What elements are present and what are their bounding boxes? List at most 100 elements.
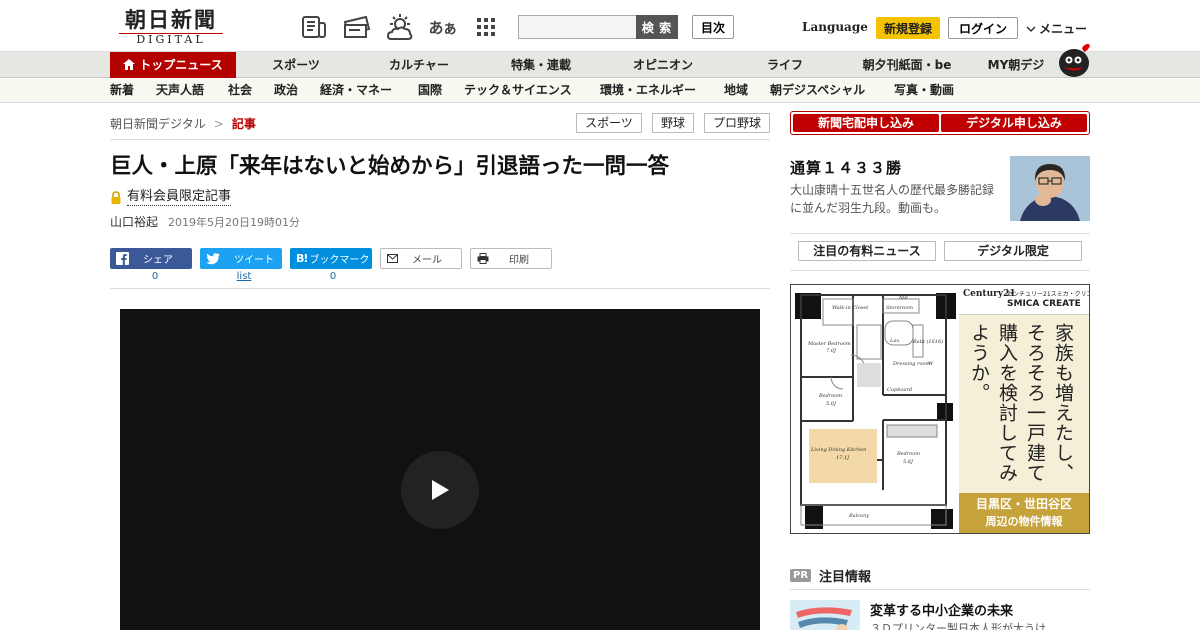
- tab-digital-exclusive[interactable]: デジタル限定: [944, 241, 1082, 261]
- feature-description[interactable]: 大山康晴十五世名人の歴代最多勝記録に並んだ羽生九段。動画も。: [790, 181, 1004, 217]
- subnav-item-region[interactable]: 地域: [724, 79, 748, 102]
- site-header: 朝日新聞 DIGITAL あぁ 検 索 目次 Language 新規登録 ログイ…: [0, 0, 1200, 52]
- font-size-icon[interactable]: あぁ: [427, 13, 458, 41]
- facebook-share-button[interactable]: シェア: [110, 248, 192, 269]
- newspaper-icon[interactable]: [298, 13, 329, 41]
- pr-section-header: PR 注目情報: [790, 566, 871, 585]
- author-name: 山口裕起: [110, 215, 159, 229]
- subnav-item-special[interactable]: 朝デジスペシャル: [770, 79, 865, 102]
- twitter-icon: [206, 252, 220, 264]
- nav-item-culture[interactable]: カルチャー: [374, 52, 464, 78]
- register-button[interactable]: 新規登録: [876, 17, 940, 39]
- nav-label-top-news: トップニュース: [139, 58, 223, 72]
- feature-photo[interactable]: [1010, 156, 1090, 221]
- hatena-bookmark-label: ブックマーク: [309, 255, 370, 266]
- subnav-item-new[interactable]: 新着: [110, 79, 134, 102]
- site-logo[interactable]: 朝日新聞 DIGITAL: [112, 8, 230, 46]
- tab-featured-paid-news[interactable]: 注目の有料ニュース: [798, 241, 936, 261]
- member-only-notice[interactable]: 有料会員限定記事: [110, 189, 232, 206]
- divider: [790, 270, 1090, 271]
- pr-thumbnail[interactable]: [790, 600, 860, 630]
- plan-label-storeroom: Storeroom: [886, 305, 913, 311]
- publish-date: 2019年5月20日19時01分: [168, 216, 300, 229]
- plan-label-bedroom-1: Bedroom: [818, 393, 842, 399]
- tag-sports[interactable]: スポーツ: [576, 113, 642, 133]
- nav-item-top-news[interactable]: トップニュース: [110, 52, 236, 78]
- print-button[interactable]: 印刷: [470, 248, 552, 269]
- pr-description[interactable]: ３Ｄプリンター製日本人形が大うけ: [870, 620, 1046, 630]
- tag-pro-baseball[interactable]: プロ野球: [704, 113, 770, 133]
- subnav-item-economy[interactable]: 経済・マネー: [320, 79, 392, 102]
- subnav-item-society[interactable]: 社会: [228, 79, 252, 102]
- main-nav: トップニュース スポーツ カルチャー 特集・連載 オピニオン ライフ 朝夕刊紙面…: [0, 52, 1200, 78]
- subnav-item-tenseijingo[interactable]: 天声人語: [156, 79, 204, 102]
- hatena-bookmark-count: 0: [329, 271, 337, 282]
- video-player[interactable]: [120, 309, 760, 630]
- plan-label-bath: Bath (1616): [912, 338, 943, 345]
- logo-main-text: 朝日新聞: [125, 7, 217, 32]
- sub-nav: 新着 天声人語 社会 政治 経済・マネー 国際 テック＆サイエンス 環境・エネル…: [0, 79, 1200, 103]
- tweet-button[interactable]: ツイート: [200, 248, 282, 269]
- mail-label: メール: [412, 255, 442, 266]
- home-icon: [123, 59, 136, 70]
- nav-item-life[interactable]: ライフ: [750, 52, 820, 78]
- ad-area-banner: 目黒区・世田谷区 周辺の物件情報: [959, 493, 1089, 533]
- tweet-list-link[interactable]: list: [203, 271, 285, 282]
- plan-label-bedroom-2-size: 5.8J: [903, 459, 914, 465]
- chevron-down-icon: [1026, 25, 1036, 32]
- floor-plan-image: Walk-in Closet Storeroom MB Master Bedro…: [791, 285, 959, 533]
- menu-label: メニュー: [1039, 22, 1088, 36]
- logo-sub-text: DIGITAL: [119, 33, 223, 46]
- nav-item-features[interactable]: 特集・連載: [496, 52, 586, 78]
- search-button[interactable]: 検 索: [636, 15, 678, 39]
- subnav-item-photo-video[interactable]: 写真・動画: [894, 79, 954, 102]
- ad-brand-jp: センチュリー21スミカ・クリエイト: [1007, 291, 1089, 298]
- mail-button[interactable]: メール: [380, 248, 462, 269]
- print-label: 印刷: [509, 255, 529, 266]
- tweet-label: ツイート: [234, 255, 274, 266]
- plan-label-lav: Lav.: [889, 338, 901, 344]
- feature-title[interactable]: 通算１４３３勝: [790, 157, 902, 178]
- breadcrumb-home[interactable]: 朝日新聞デジタル: [110, 115, 206, 132]
- nav-item-opinion[interactable]: オピニオン: [618, 52, 708, 78]
- nav-item-sports[interactable]: スポーツ: [256, 52, 336, 78]
- tag-baseball[interactable]: 野球: [652, 113, 694, 133]
- ad-copy-panel: Century21 センチュリー21スミカ・クリエイト SMICA CREATE…: [959, 285, 1089, 533]
- subnav-item-politics[interactable]: 政治: [274, 79, 298, 102]
- ticket-icon[interactable]: [341, 13, 372, 41]
- article-headline: 巨人・上原「来年はないと始めから」引退語った一問一答: [110, 154, 670, 179]
- plan-label-master-size: 7.0J: [826, 348, 837, 354]
- toc-button[interactable]: 目次: [692, 15, 734, 39]
- plan-label-walkin: Walk-in Closet: [832, 305, 869, 311]
- nav-item-my-asadigi[interactable]: MY朝デジ: [980, 52, 1052, 78]
- digital-apply-button[interactable]: デジタル申し込み: [941, 114, 1087, 132]
- grid-menu-icon[interactable]: [470, 13, 501, 41]
- play-icon: [432, 480, 449, 500]
- menu-button[interactable]: メニュー: [1026, 20, 1087, 37]
- newspaper-delivery-apply-button[interactable]: 新聞宅配申し込み: [793, 114, 939, 132]
- play-button[interactable]: [401, 451, 479, 529]
- search-input[interactable]: [518, 15, 638, 39]
- language-link[interactable]: Language: [802, 20, 868, 34]
- breadcrumb: 朝日新聞デジタル > 記事: [110, 115, 256, 132]
- pr-heading: 注目情報: [819, 570, 872, 585]
- subnav-item-international[interactable]: 国際: [418, 79, 442, 102]
- plan-label-dressing: Dressing room: [892, 361, 931, 367]
- weather-icon[interactable]: [384, 13, 415, 41]
- pr-badge: PR: [790, 569, 812, 582]
- subnav-item-environment[interactable]: 環境・エネルギー: [600, 79, 696, 102]
- divider: [790, 589, 1090, 590]
- real-estate-ad[interactable]: Walk-in Closet Storeroom MB Master Bedro…: [790, 284, 1090, 534]
- hatena-bookmark-button[interactable]: B! ブックマーク: [290, 248, 372, 269]
- pr-title[interactable]: 変革する中小企業の未来: [870, 600, 1013, 619]
- plan-label-bedroom-2: Bedroom: [896, 451, 920, 457]
- byline: 山口裕起 2019年5月20日19時01分: [110, 213, 300, 230]
- ad-area: 目黒区・世田谷区: [975, 497, 1072, 511]
- lock-icon: [111, 191, 121, 204]
- nav-item-paper[interactable]: 朝夕刊紙面・be: [852, 52, 962, 78]
- plan-label-bedroom-1-size: 5.0J: [826, 401, 837, 407]
- subscription-apply-box: 新聞宅配申し込み デジタル申し込み: [790, 111, 1090, 135]
- mail-icon: [387, 254, 398, 263]
- subnav-item-tech[interactable]: テック＆サイエンス: [464, 79, 572, 102]
- login-button[interactable]: ログイン: [948, 17, 1018, 39]
